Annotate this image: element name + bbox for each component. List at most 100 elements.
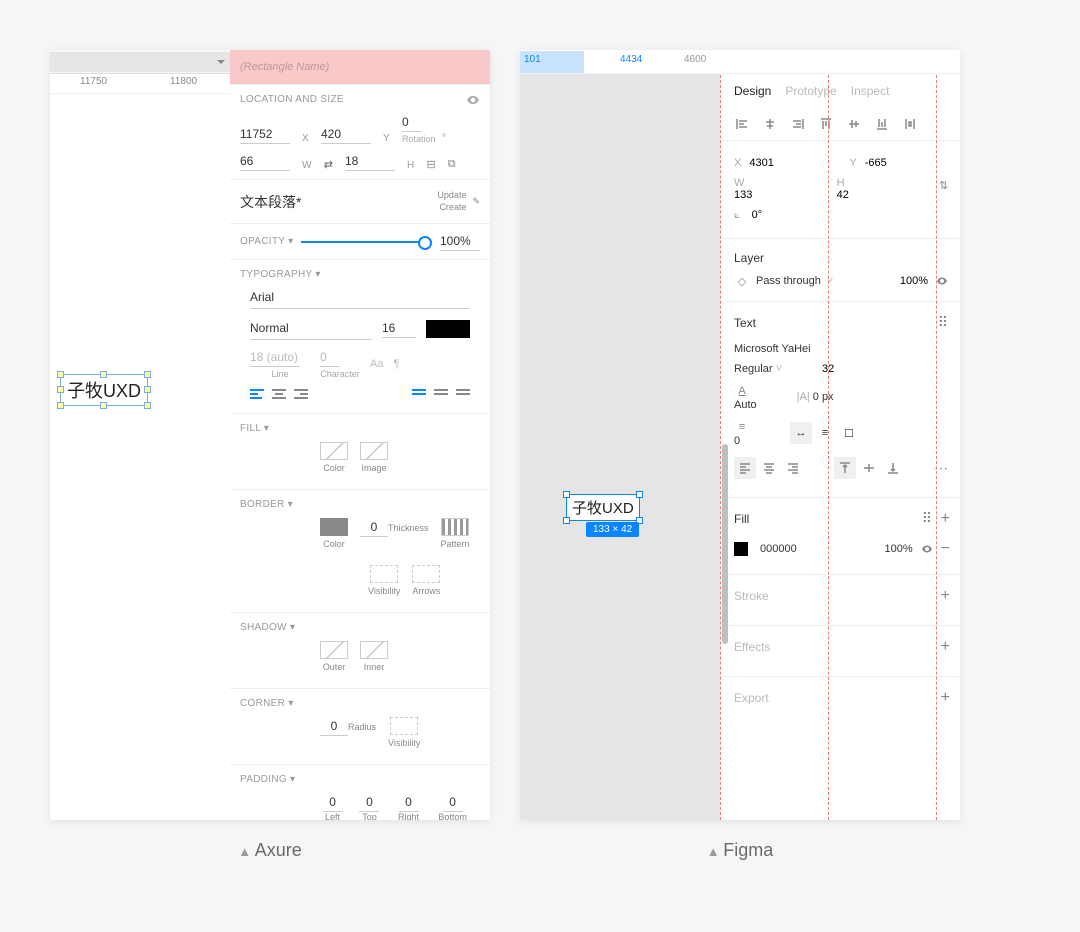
align-center-icon[interactable] <box>272 389 286 399</box>
selected-widget[interactable]: 子牧UXD <box>60 374 148 406</box>
figma-ruler: 101 4434 4600 <box>520 50 960 74</box>
rotation-input[interactable] <box>402 113 422 132</box>
link-wh-icon[interactable]: ⇄ <box>324 158 333 171</box>
text-valign-bottom-icon[interactable] <box>882 457 904 479</box>
constrain-proportions-icon[interactable]: ⇅ <box>937 177 950 193</box>
padding-bottom-input[interactable]: Bottom <box>435 793 470 820</box>
font-family-select[interactable] <box>250 286 470 309</box>
resize-auto-width-icon[interactable]: ↔ <box>790 422 812 444</box>
tab-prototype[interactable]: Prototype <box>785 84 836 98</box>
border-visibility-button[interactable]: Visibility <box>368 565 400 596</box>
shadow-inner-button[interactable]: Inner <box>360 641 388 672</box>
update-style-link[interactable]: Update <box>437 190 466 202</box>
align-hcenter-icon[interactable] <box>762 116 778 132</box>
fill-hex-input[interactable]: 000000 <box>760 543 797 555</box>
applied-style-name[interactable]: 文本段落* <box>240 192 301 212</box>
opacity-input[interactable] <box>440 232 480 251</box>
align-right-icon[interactable] <box>790 116 806 132</box>
add-fill-icon[interactable]: + <box>941 510 950 527</box>
border-arrows-button[interactable]: Arrows <box>412 565 440 596</box>
valign-middle-icon[interactable] <box>434 389 448 399</box>
figma-canvas[interactable]: 子牧UXD 133 × 42 <box>520 74 720 820</box>
fill-color-swatch[interactable] <box>734 542 748 556</box>
distribute-icon[interactable] <box>902 116 918 132</box>
tab-design[interactable]: Design <box>734 84 771 98</box>
align-vcenter-icon[interactable] <box>846 116 862 132</box>
tab-inspect[interactable]: Inspect <box>851 84 890 98</box>
create-style-link[interactable]: Create <box>437 202 466 214</box>
opacity-slider[interactable] <box>301 241 432 243</box>
manage-styles-icon[interactable]: ✎ <box>472 196 480 208</box>
fill-visibility-icon[interactable] <box>919 541 935 557</box>
fill-title: Fill <box>734 512 749 526</box>
text-style-icon[interactable]: ⠿ <box>938 314 950 331</box>
valign-top-icon[interactable] <box>412 389 426 399</box>
font-weight-select[interactable]: Regular ˅ <box>734 363 782 375</box>
text-options-icon[interactable]: ¶ <box>393 358 399 370</box>
border-color-button[interactable]: Color <box>320 518 348 549</box>
char-spacing-input[interactable] <box>320 348 340 367</box>
flip-v-icon[interactable]: ⧉ <box>448 158 456 171</box>
widget-dropdown[interactable] <box>50 52 230 72</box>
text-align-left-icon[interactable] <box>734 457 756 479</box>
text-align-right-icon[interactable] <box>782 457 804 479</box>
shadow-outer-button[interactable]: Outer <box>320 641 348 672</box>
letter-spacing-input[interactable]: 0 px <box>813 391 834 403</box>
y-input[interactable] <box>321 125 371 144</box>
padding-top-input[interactable]: Top <box>357 793 382 820</box>
align-left-icon[interactable] <box>734 116 750 132</box>
layer-opacity-input[interactable] <box>888 275 928 287</box>
rotation-input[interactable] <box>752 209 812 221</box>
text-valign-middle-icon[interactable] <box>858 457 880 479</box>
padding-right-input[interactable]: Right <box>394 793 423 820</box>
fill-opacity-input[interactable]: 100% <box>885 543 913 555</box>
corner-radius-input[interactable]: Radius <box>320 717 376 748</box>
y-label: Y <box>383 133 390 144</box>
text-align-center-icon[interactable] <box>758 457 780 479</box>
font-weight-select[interactable] <box>250 317 372 340</box>
canvas-scrollbar[interactable] <box>722 444 728 644</box>
add-stroke-icon[interactable]: + <box>941 587 950 605</box>
border-pattern-button[interactable]: Pattern <box>441 518 470 549</box>
y-input[interactable] <box>865 157 925 169</box>
add-export-icon[interactable]: + <box>941 689 950 707</box>
font-family-select[interactable]: Microsoft YaHei <box>734 343 811 355</box>
font-color-swatch[interactable] <box>426 320 470 338</box>
text-case-button[interactable]: Aa <box>370 358 383 370</box>
w-input[interactable] <box>240 152 290 171</box>
selected-frame[interactable]: 子牧UXD <box>566 494 640 521</box>
typography-label: TYPOGRAPHY ▾ <box>240 269 321 280</box>
resize-fixed-icon[interactable]: ☐ <box>838 422 860 444</box>
h-input[interactable] <box>345 152 395 171</box>
fill-image-button[interactable]: Image <box>360 442 388 473</box>
line-spacing-input[interactable] <box>250 348 300 367</box>
x-input[interactable] <box>240 125 290 144</box>
align-bottom-icon[interactable] <box>874 116 890 132</box>
h-input[interactable] <box>837 189 897 201</box>
align-left-icon[interactable] <box>250 389 264 399</box>
fill-style-icon[interactable]: ⠿ <box>922 510 934 526</box>
align-right-icon[interactable] <box>294 389 308 399</box>
border-thickness-input[interactable]: Thickness <box>360 518 429 549</box>
flip-h-icon[interactable]: ⊟ <box>427 158 436 171</box>
name-field[interactable]: (Rectangle Name) <box>230 50 490 84</box>
blend-mode-select[interactable]: Pass through <box>756 275 821 287</box>
w-input[interactable] <box>734 189 794 201</box>
visibility-icon[interactable] <box>466 93 480 110</box>
align-top-icon[interactable] <box>818 116 834 132</box>
valign-bottom-icon[interactable] <box>456 389 470 399</box>
fill-color-button[interactable]: Color <box>320 442 348 473</box>
text-valign-top-icon[interactable] <box>834 457 856 479</box>
corner-visibility-button[interactable]: Visibility <box>388 717 420 748</box>
paragraph-spacing-input[interactable]: 0 <box>734 435 740 447</box>
remove-fill-icon[interactable]: − <box>941 540 950 558</box>
font-size-input[interactable] <box>822 363 882 375</box>
x-input[interactable] <box>749 157 809 169</box>
axure-inspector: (Rectangle Name) LOCATION AND SIZE X Y R… <box>230 50 490 820</box>
add-effect-icon[interactable]: + <box>941 638 950 656</box>
line-height-input[interactable]: Auto <box>734 399 757 411</box>
resize-auto-height-icon[interactable]: ≡ <box>814 422 836 444</box>
fill-label: FILL ▾ <box>240 423 269 434</box>
font-size-input[interactable] <box>382 319 416 338</box>
padding-left-input[interactable]: Left <box>320 793 345 820</box>
